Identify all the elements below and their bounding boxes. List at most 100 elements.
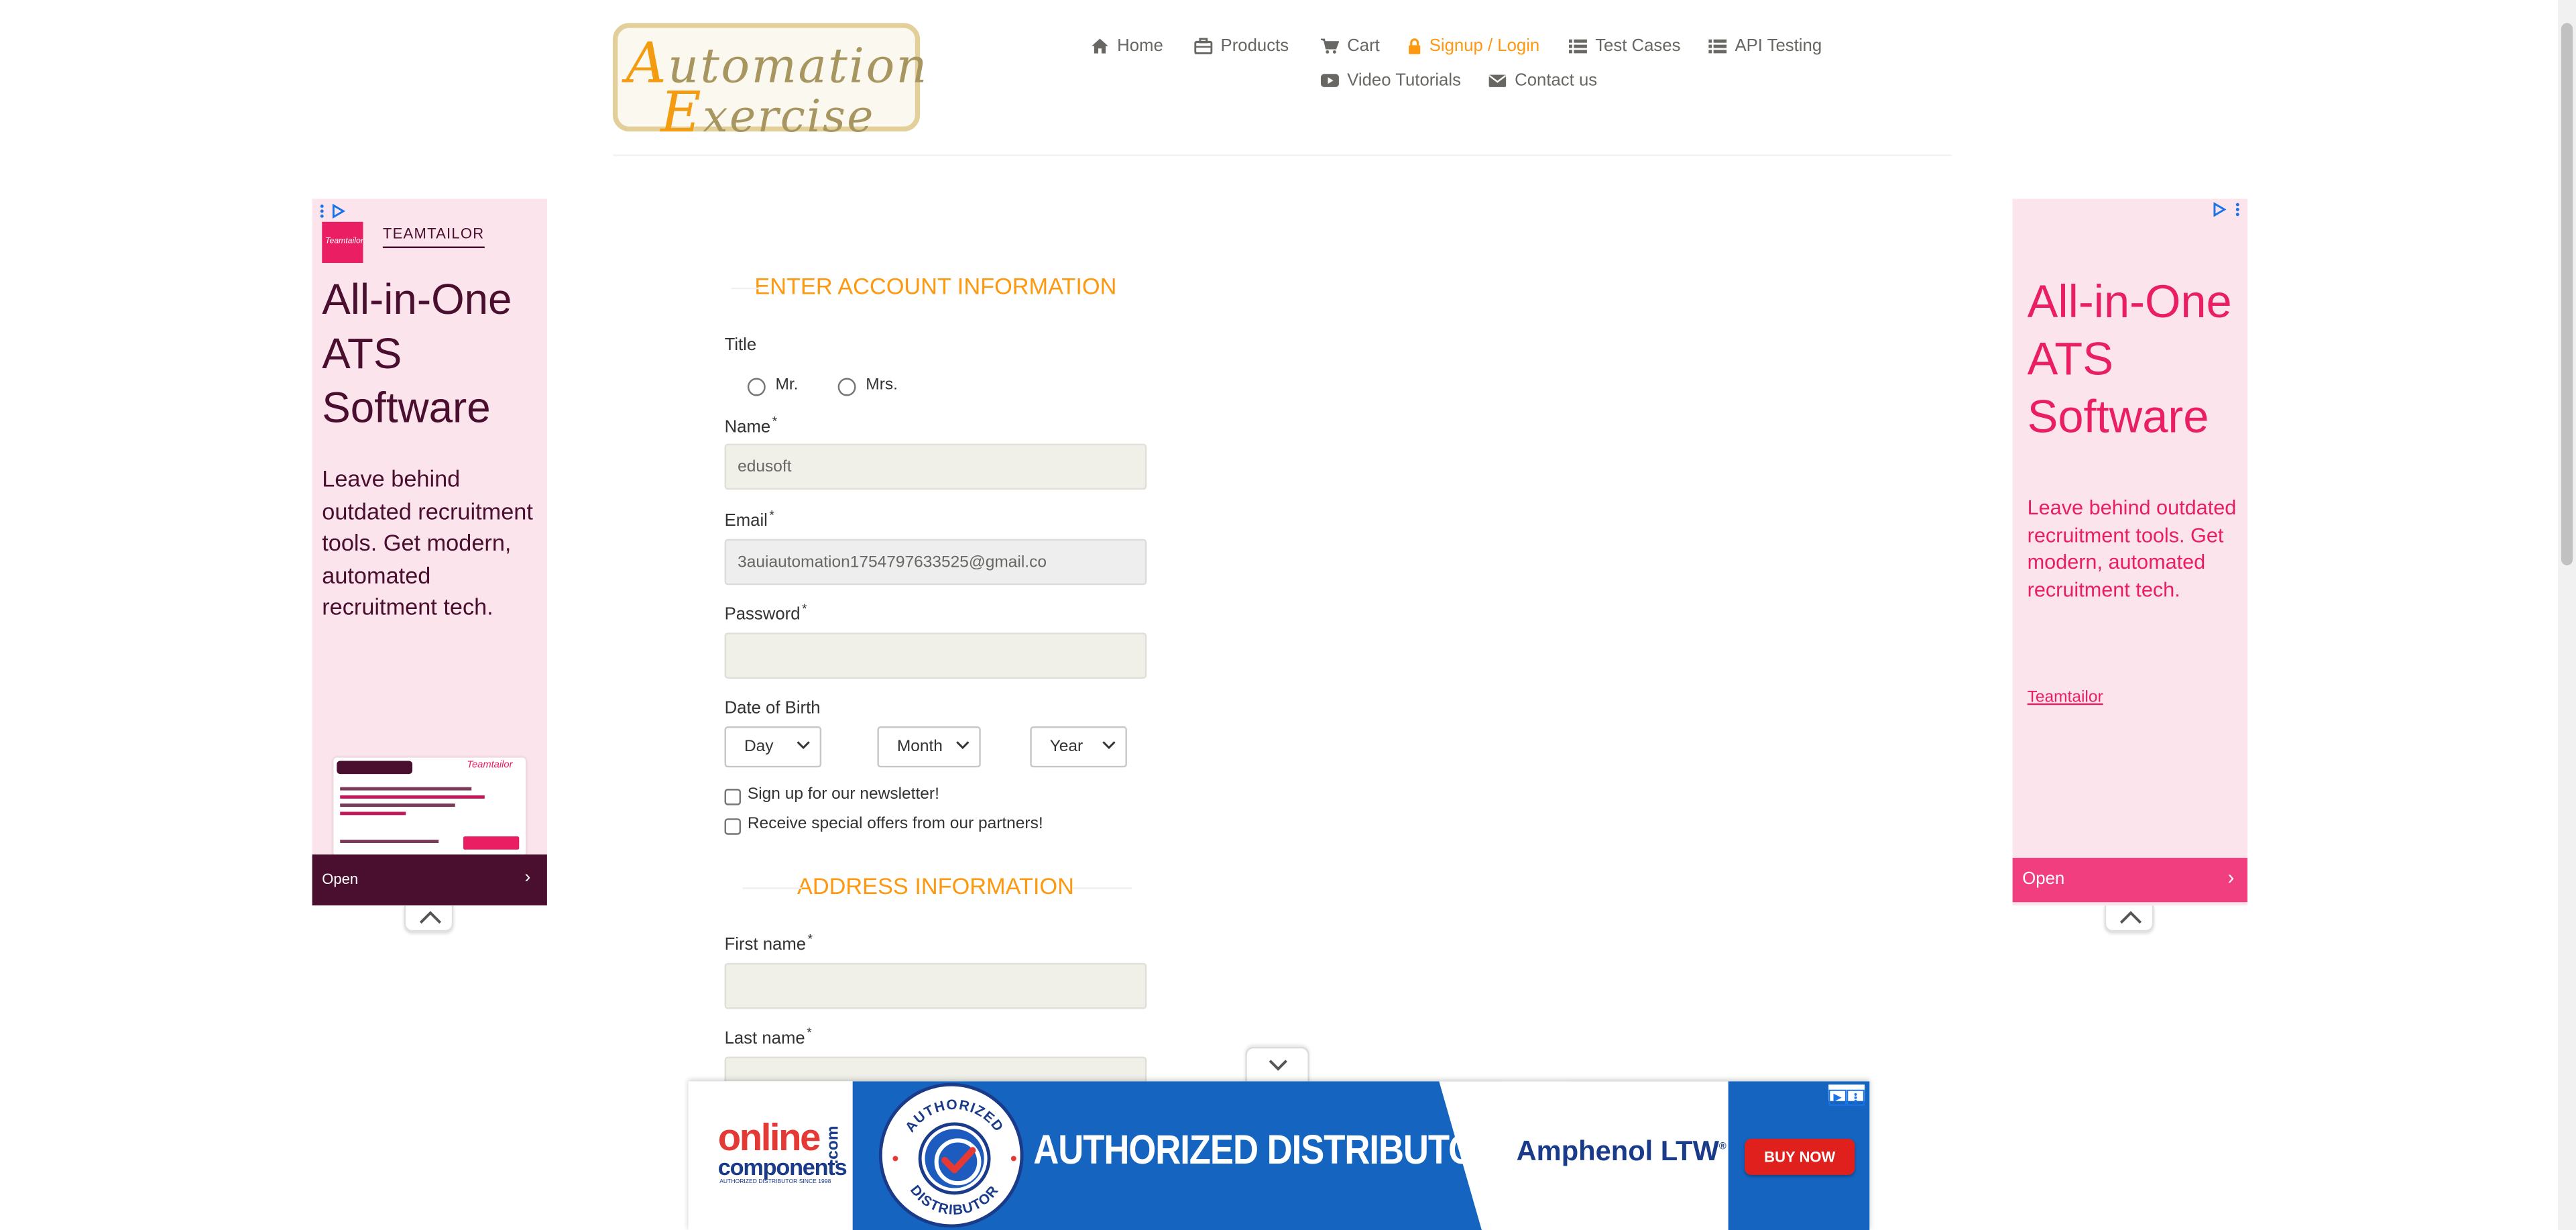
testimonial-logo: Teamtailor xyxy=(467,761,513,771)
nav-api-testing[interactable]: API Testing xyxy=(1708,36,1822,56)
ad-open-button[interactable]: Open › xyxy=(2012,858,2247,903)
nav-products[interactable]: Products xyxy=(1194,36,1289,56)
testimonial-button xyxy=(463,836,520,850)
nav-contact-us-label: Contact us xyxy=(1515,70,1598,91)
bottom-banner-ad[interactable]: online components .com AUTHORIZED DISTRI… xyxy=(688,1081,1870,1230)
dob-day-select[interactable]: Day xyxy=(724,726,822,768)
ad-right-collapse-toggle[interactable] xyxy=(2104,905,2154,932)
ad-open-label: Open xyxy=(322,871,359,888)
chevron-down-icon xyxy=(956,741,970,749)
header-divider xyxy=(612,154,1952,156)
password-input[interactable] xyxy=(724,632,1147,679)
lock-icon xyxy=(1409,38,1421,54)
testimonial-line xyxy=(340,803,455,807)
nav-test-cases[interactable]: Test Cases xyxy=(1568,36,1681,56)
chevron-right-icon: › xyxy=(524,867,531,888)
last-name-label: Last name * xyxy=(724,1025,812,1049)
ad-left-collapse-toggle[interactable] xyxy=(404,905,454,932)
address-info-heading: ADDRESS INFORMATION xyxy=(725,873,1147,899)
chevron-right-icon: › xyxy=(2227,866,2235,889)
nav-products-label: Products xyxy=(1220,36,1289,56)
scrollbar-thumb[interactable] xyxy=(2561,23,2573,565)
address-info-title: ADDRESS INFORMATION xyxy=(797,873,1074,899)
nav-cart-label: Cart xyxy=(1347,36,1380,56)
page-scrollbar[interactable] xyxy=(2558,0,2576,1230)
account-info-heading: ENTER ACCOUNT INFORMATION xyxy=(725,273,1147,299)
check-icon xyxy=(934,1138,982,1186)
site-logo[interactable]: Automation Exercise xyxy=(612,23,927,146)
chevron-up-icon xyxy=(419,911,442,924)
amphenol-trademark: ® xyxy=(1718,1142,1726,1153)
cart-icon xyxy=(1321,38,1339,54)
email-label: Email * xyxy=(724,508,775,531)
dob-month-select[interactable]: Month xyxy=(877,726,981,768)
amphenol-name: Amphenol LTW xyxy=(1516,1135,1719,1167)
last-name-label-text: Last name xyxy=(724,1028,805,1049)
ad-open-button[interactable]: Open › xyxy=(312,854,547,906)
ad-testimonial-card: Teamtailor xyxy=(333,757,526,856)
name-input[interactable] xyxy=(724,443,1147,490)
name-label-text: Name xyxy=(724,417,771,437)
onlinecomponents-tagline: AUTHORIZED DISTRIBUTOR SINCE 1998 xyxy=(719,1178,831,1185)
offers-checkbox[interactable] xyxy=(724,818,742,835)
nav-home-label: Home xyxy=(1117,36,1163,56)
nav-api-testing-label: API Testing xyxy=(1735,36,1822,56)
newsletter-label[interactable]: Sign up for our newsletter! xyxy=(748,785,939,803)
buy-now-button[interactable]: BUY NOW xyxy=(1745,1139,1855,1175)
title-mr-label[interactable]: Mr. xyxy=(776,376,799,394)
nav-test-cases-label: Test Cases xyxy=(1595,36,1681,56)
ad-headline: All-in-One ATS Software xyxy=(2027,276,2232,443)
email-input[interactable] xyxy=(724,539,1147,585)
authorized-distributor-badge: AUTHORIZED DISTRIBUTOR xyxy=(878,1082,1024,1228)
testimonial-line xyxy=(340,795,485,799)
nav-video-tutorials[interactable]: Video Tutorials xyxy=(1321,70,1461,91)
ad-open-label: Open xyxy=(2022,869,2065,889)
email-label-text: Email xyxy=(724,511,768,531)
nav-contact-us[interactable]: Contact us xyxy=(1488,70,1598,91)
title-mr-radio[interactable] xyxy=(747,378,766,396)
adchoices-icon[interactable] xyxy=(2211,202,2244,219)
chevron-down-icon xyxy=(1269,1060,1287,1071)
products-icon xyxy=(1194,38,1213,54)
envelope-icon xyxy=(1488,74,1507,87)
chevron-up-icon xyxy=(2119,911,2142,924)
account-info-title: ENTER ACCOUNT INFORMATION xyxy=(754,272,1117,299)
adchoices-icon[interactable] xyxy=(318,203,348,219)
adchoices-glyph xyxy=(1828,1089,1865,1106)
chevron-down-icon xyxy=(797,741,810,749)
nav-home[interactable]: Home xyxy=(1091,36,1163,56)
dob-day-value: Day xyxy=(744,738,774,757)
logo-letter-e: E xyxy=(660,80,703,147)
ad-brand-name: TEAMTAILOR xyxy=(382,225,485,248)
adchoices-icon[interactable] xyxy=(1828,1084,1865,1106)
dob-month-value: Month xyxy=(896,738,943,757)
required-asterisk: * xyxy=(772,414,778,429)
badge-checkmark xyxy=(921,1125,988,1192)
required-asterisk: * xyxy=(769,508,775,523)
onlinecomponents-logo-dotcom: .com xyxy=(825,1125,843,1164)
ad-right-teamtailor[interactable]: All-in-One ATS Software Leave behind out… xyxy=(2012,199,2247,906)
title-mrs-label[interactable]: Mrs. xyxy=(866,376,898,394)
first-name-label-text: First name xyxy=(724,935,807,955)
ad-brand-link[interactable]: Teamtailor xyxy=(2028,689,2103,707)
bottom-ad-collapse-toggle[interactable] xyxy=(1245,1046,1309,1083)
first-name-input[interactable] xyxy=(724,962,1147,1009)
ad-left-teamtailor[interactable]: Teamtailor TEAMTAILOR All-in-One ATS Sof… xyxy=(312,199,547,906)
nav-cart[interactable]: Cart xyxy=(1321,36,1380,56)
dob-year-select[interactable]: Year xyxy=(1030,726,1127,768)
list-icon xyxy=(1708,39,1727,54)
dob-label: Date of Birth xyxy=(724,698,821,718)
testimonial-tag xyxy=(337,761,413,775)
home-icon xyxy=(1092,38,1108,54)
title-mrs-radio[interactable] xyxy=(837,378,856,396)
chevron-down-icon xyxy=(1102,741,1116,749)
nav-video-tutorials-label: Video Tutorials xyxy=(1347,70,1461,91)
testimonial-line xyxy=(340,812,406,816)
heading-rule xyxy=(731,287,761,290)
password-label-text: Password xyxy=(724,604,801,625)
amphenol-logo: Amphenol LTW® xyxy=(1517,1135,1726,1168)
nav-signup-login[interactable]: Signup / Login xyxy=(1408,36,1539,56)
newsletter-checkbox[interactable] xyxy=(724,789,742,805)
teamtailor-logo-text: Teamtailor xyxy=(325,236,363,247)
offers-label[interactable]: Receive special offers from our partners… xyxy=(748,815,1043,833)
